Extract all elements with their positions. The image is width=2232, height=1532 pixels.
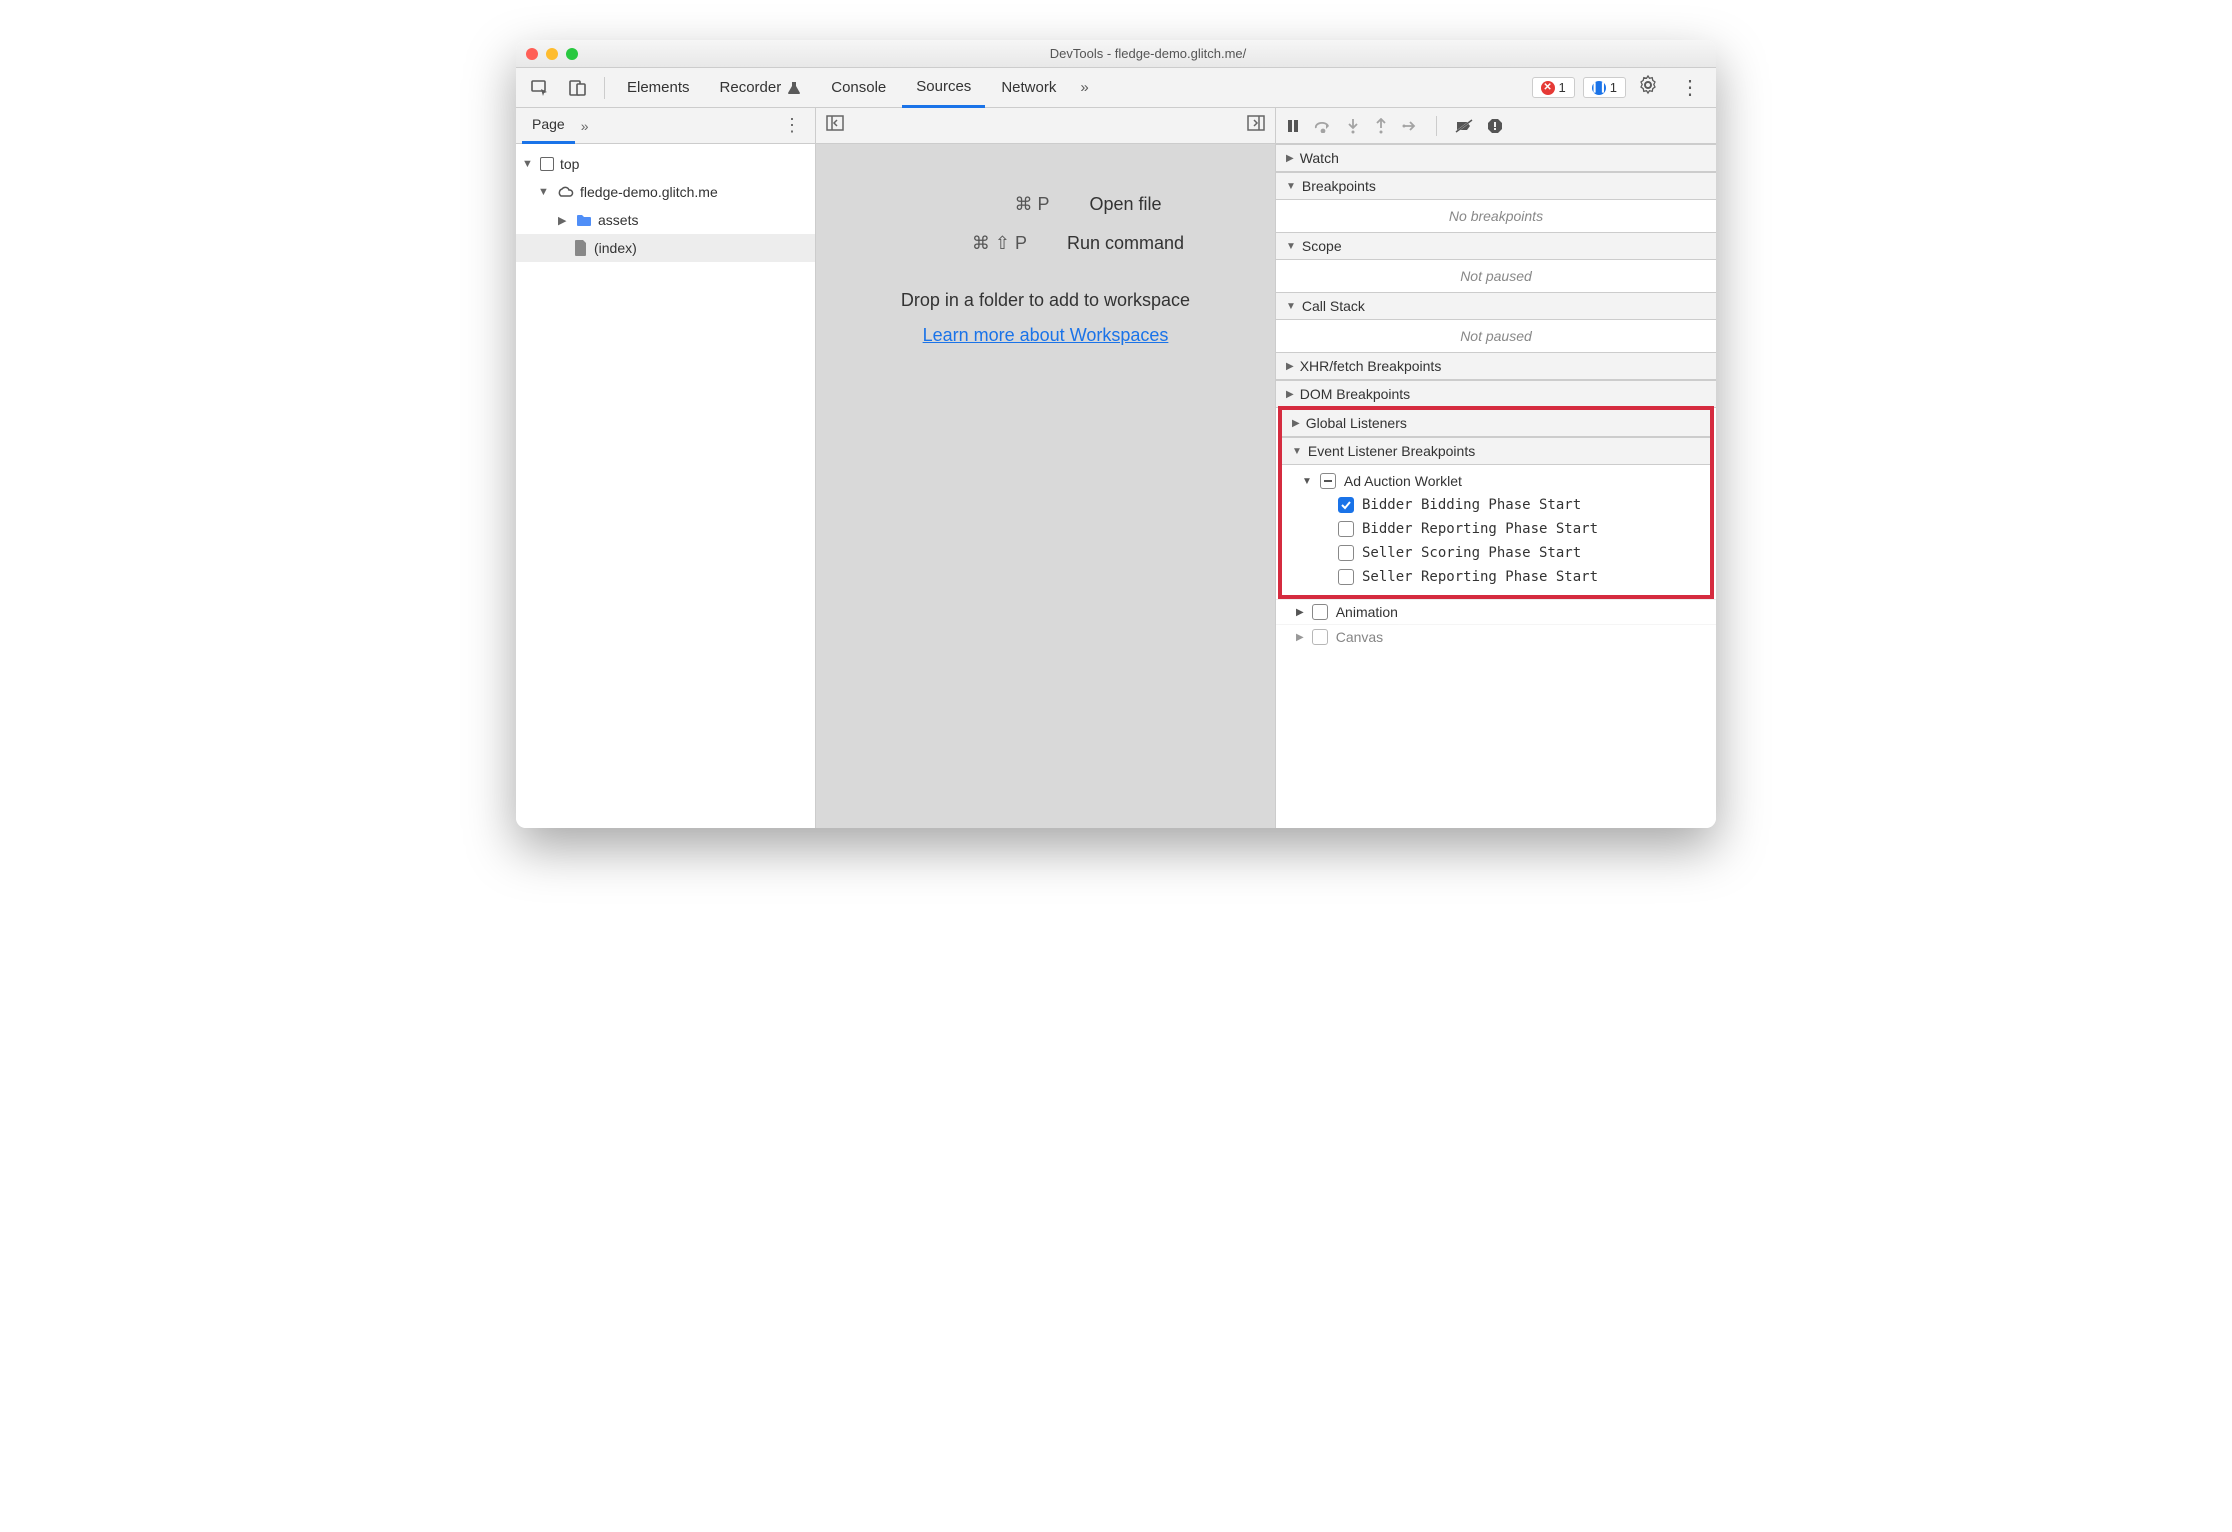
elb-item-bidder-reporting[interactable]: Bidder Reporting Phase Start — [1282, 517, 1710, 541]
elb-item-seller-reporting[interactable]: Seller Reporting Phase Start — [1282, 565, 1710, 589]
global-listeners-section[interactable]: ▶Global Listeners — [1282, 410, 1710, 437]
deactivate-breakpoints-icon[interactable] — [1455, 119, 1473, 133]
traffic-lights — [526, 48, 578, 60]
tree-folder-assets[interactable]: ▶ assets — [516, 206, 815, 234]
kebab-menu-icon[interactable]: ⋮ — [1670, 75, 1710, 100]
elb-tree: ▼ Ad Auction Worklet Bidder Bidding Phas… — [1282, 465, 1710, 595]
tree-file-index[interactable]: (index) — [516, 234, 815, 262]
checkbox-mixed-icon[interactable] — [1320, 473, 1336, 489]
elb-item-seller-scoring[interactable]: Seller Scoring Phase Start — [1282, 541, 1710, 565]
checkbox-checked-icon[interactable] — [1338, 497, 1354, 513]
editor-placeholder: ⌘ P Open file ⌘ ⇧ P Run command Drop in … — [816, 144, 1275, 828]
navigator-pane: Page » ⋮ ▼ top ▼ fledge-demo.glitch.me ▶ — [516, 108, 816, 828]
device-toolbar-icon[interactable] — [560, 72, 596, 104]
titlebar: DevTools - fledge-demo.glitch.me/ — [516, 40, 1716, 68]
close-window-button[interactable] — [526, 48, 538, 60]
debugger-pane: ▶Watch ▼Breakpoints No breakpoints ▼Scop… — [1276, 108, 1716, 828]
maximize-window-button[interactable] — [566, 48, 578, 60]
tab-recorder[interactable]: Recorder — [706, 68, 816, 108]
elb-category-ad-auction-worklet[interactable]: ▼ Ad Auction Worklet — [1282, 469, 1710, 493]
file-tree: ▼ top ▼ fledge-demo.glitch.me ▶ assets (… — [516, 144, 815, 268]
step-over-icon[interactable] — [1314, 119, 1332, 133]
settings-icon[interactable] — [1628, 75, 1668, 101]
editor-pane: ⌘ P Open file ⌘ ⇧ P Run command Drop in … — [816, 108, 1276, 828]
elb-category-canvas[interactable]: ▶ Canvas — [1276, 624, 1716, 649]
checkbox-icon[interactable] — [1338, 545, 1354, 561]
editor-tabstrip — [816, 108, 1275, 144]
cloud-icon — [556, 185, 574, 199]
flask-icon — [787, 81, 801, 95]
more-tabs-icon[interactable]: » — [1072, 73, 1096, 102]
main-toolbar: Elements Recorder Console Sources Networ… — [516, 68, 1716, 108]
tab-console[interactable]: Console — [817, 68, 900, 108]
tab-sources[interactable]: Sources — [902, 68, 985, 108]
step-icon[interactable] — [1402, 119, 1418, 133]
workspaces-link[interactable]: Learn more about Workspaces — [923, 325, 1169, 346]
issues-badge[interactable]: ❙❙1 — [1583, 77, 1626, 98]
checkbox-icon[interactable] — [1338, 521, 1354, 537]
tree-top[interactable]: ▼ top — [516, 150, 815, 178]
devtools-window: DevTools - fledge-demo.glitch.me/ Elemen… — [516, 40, 1716, 828]
navigator-tabs: Page » ⋮ — [516, 108, 815, 144]
elb-category-animation[interactable]: ▶ Animation — [1276, 599, 1716, 624]
main-area: Page » ⋮ ▼ top ▼ fledge-demo.glitch.me ▶ — [516, 108, 1716, 828]
toggle-debugger-icon[interactable] — [1243, 111, 1269, 140]
step-into-icon[interactable] — [1346, 118, 1360, 134]
folder-icon — [576, 213, 592, 227]
step-out-icon[interactable] — [1374, 118, 1388, 134]
scope-section[interactable]: ▼Scope — [1276, 232, 1716, 260]
checkbox-icon[interactable] — [1312, 629, 1328, 645]
file-icon — [574, 240, 588, 256]
inspect-element-icon[interactable] — [522, 72, 558, 104]
xhr-breakpoints-section[interactable]: ▶XHR/fetch Breakpoints — [1276, 352, 1716, 380]
toggle-navigator-icon[interactable] — [822, 111, 848, 140]
more-navigator-tabs-icon[interactable]: » — [575, 118, 595, 134]
checkbox-icon[interactable] — [1338, 569, 1354, 585]
elb-item-bidder-bidding[interactable]: Bidder Bidding Phase Start — [1282, 493, 1710, 517]
event-listener-breakpoints-highlight: ▶Global Listeners ▼Event Listener Breakp… — [1278, 406, 1714, 599]
tab-network[interactable]: Network — [987, 68, 1070, 108]
debugger-toolbar — [1276, 108, 1716, 144]
watch-section[interactable]: ▶Watch — [1276, 144, 1716, 172]
open-file-hint: ⌘ P Open file — [929, 194, 1161, 215]
pause-icon[interactable] — [1286, 119, 1300, 133]
navigator-menu-icon[interactable]: ⋮ — [775, 115, 809, 136]
checkbox-icon[interactable] — [1312, 604, 1328, 620]
callstack-empty: Not paused — [1276, 320, 1716, 352]
scope-empty: Not paused — [1276, 260, 1716, 292]
run-command-hint: ⌘ ⇧ P Run command — [907, 233, 1184, 254]
event-listener-breakpoints-section[interactable]: ▼Event Listener Breakpoints — [1282, 437, 1710, 465]
tab-elements[interactable]: Elements — [613, 68, 704, 108]
breakpoints-section[interactable]: ▼Breakpoints — [1276, 172, 1716, 200]
tree-origin[interactable]: ▼ fledge-demo.glitch.me — [516, 178, 815, 206]
dom-breakpoints-section[interactable]: ▶DOM Breakpoints — [1276, 380, 1716, 408]
drop-folder-hint: Drop in a folder to add to workspace — [901, 290, 1190, 311]
page-tab[interactable]: Page — [522, 108, 575, 144]
pause-on-exceptions-icon[interactable] — [1487, 118, 1503, 134]
callstack-section[interactable]: ▼Call Stack — [1276, 292, 1716, 320]
frame-icon — [540, 157, 554, 171]
minimize-window-button[interactable] — [546, 48, 558, 60]
breakpoints-empty: No breakpoints — [1276, 200, 1716, 232]
errors-badge[interactable]: ✕1 — [1532, 77, 1575, 98]
window-title: DevTools - fledge-demo.glitch.me/ — [590, 46, 1706, 61]
